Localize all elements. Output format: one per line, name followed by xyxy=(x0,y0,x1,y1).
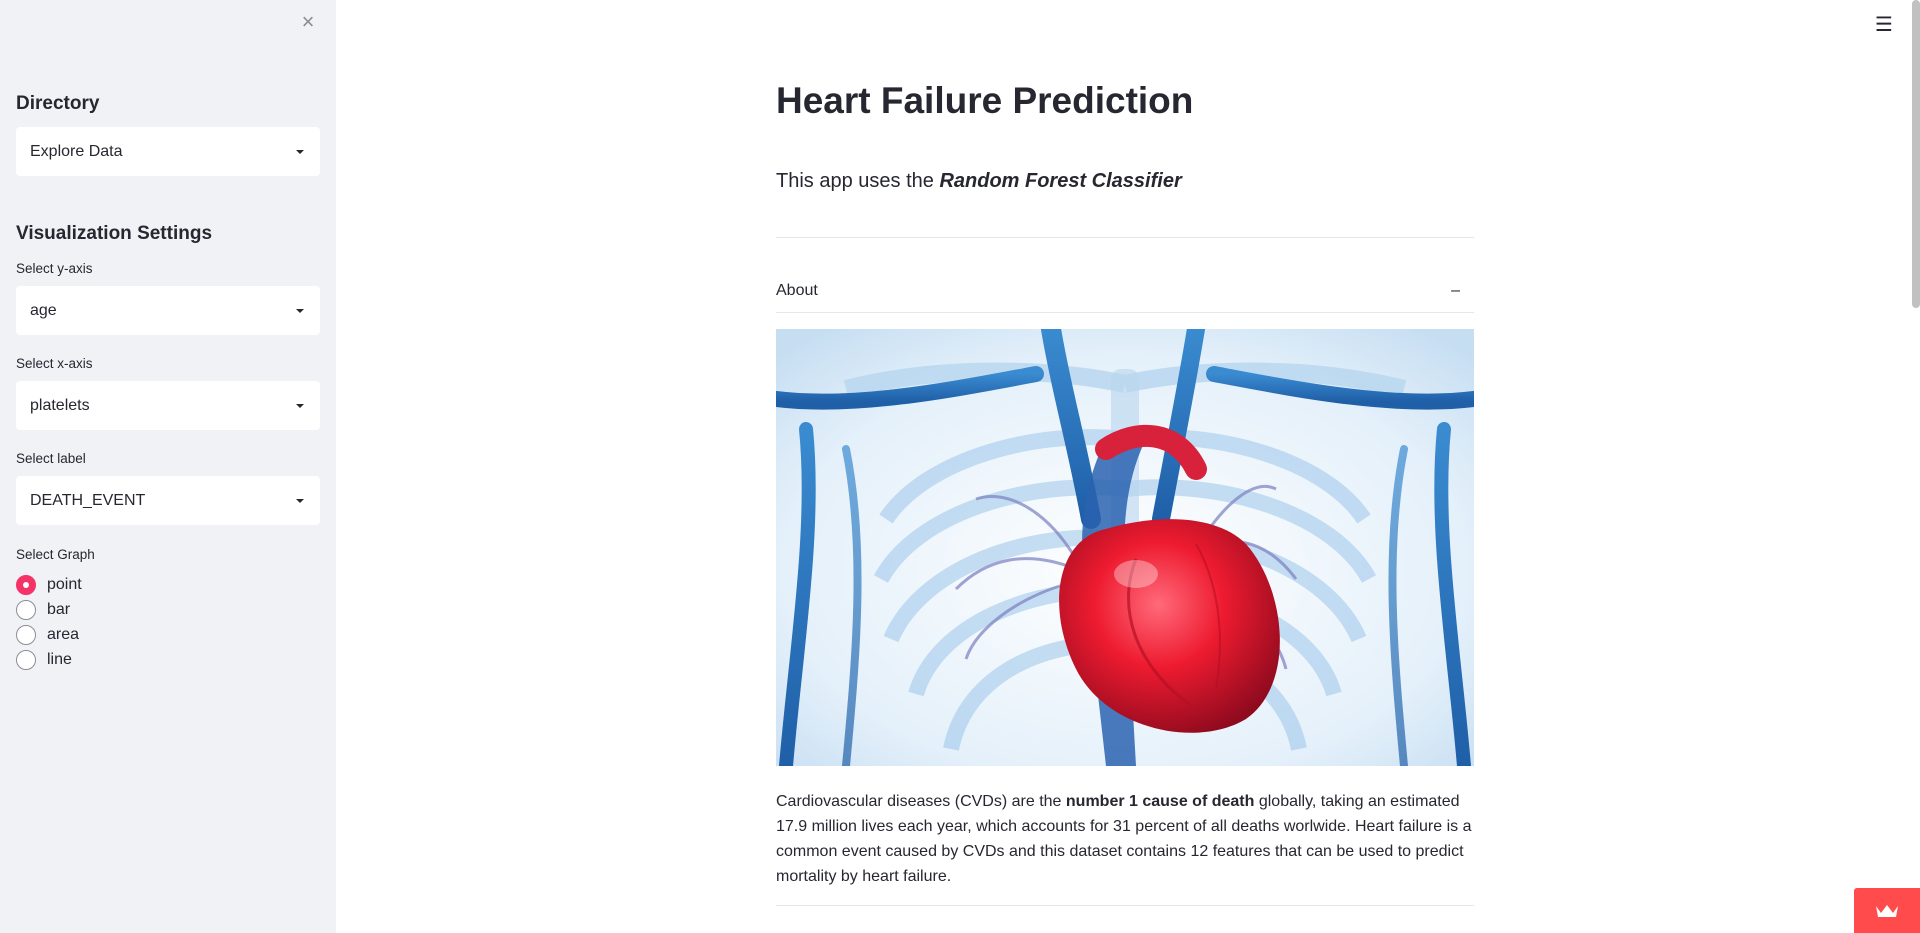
y-axis-select-value: age xyxy=(30,301,57,319)
close-icon[interactable]: × xyxy=(297,11,319,33)
radio-unchecked-icon xyxy=(16,624,36,645)
sidebar: × Directory Explore Data Visualization S… xyxy=(0,0,336,933)
directory-select[interactable]: Explore Data xyxy=(16,127,320,176)
radio-unchecked-icon xyxy=(16,599,36,620)
radio-option-point[interactable]: point xyxy=(16,572,82,597)
radio-option-bar[interactable]: bar xyxy=(16,597,82,622)
chevron-down-icon xyxy=(296,498,304,503)
description-text: globally, taking an estimated xyxy=(1254,793,1460,810)
label-select[interactable]: DEATH_EVENT xyxy=(16,476,320,525)
x-axis-select-value: platelets xyxy=(30,396,90,414)
radio-option-area[interactable]: area xyxy=(16,622,82,647)
y-axis-label: Select y-axis xyxy=(16,261,93,276)
radio-option-label: point xyxy=(47,575,82,593)
divider xyxy=(776,237,1474,238)
subtitle-emphasis: Random Forest Classifier xyxy=(939,170,1182,192)
description-line: common event caused by CVDs and this dat… xyxy=(776,843,1464,860)
radio-checked-icon xyxy=(16,574,36,595)
description-line: Cardiovascular diseases (CVDs) are the n… xyxy=(776,789,1474,814)
chevron-down-icon xyxy=(296,149,304,154)
visualization-settings-heading: Visualization Settings xyxy=(16,223,213,244)
directory-select-value: Explore Data xyxy=(30,142,123,160)
graph-radio-group: point bar area line xyxy=(16,572,82,672)
collapse-icon: – xyxy=(1451,282,1460,299)
x-axis-select[interactable]: platelets xyxy=(16,381,320,430)
radio-option-label: area xyxy=(47,625,80,643)
scrollbar[interactable] xyxy=(1912,0,1920,308)
description-line: 17.9 million lives each year, which acco… xyxy=(776,818,1472,835)
divider xyxy=(776,312,1474,313)
x-axis-label: Select x-axis xyxy=(16,356,93,371)
radio-unchecked-icon xyxy=(16,649,36,670)
y-axis-select[interactable]: age xyxy=(16,286,320,335)
subtitle: This app uses the Random Forest Classifi… xyxy=(776,170,1182,193)
radio-option-label: line xyxy=(47,650,72,668)
label-select-label: Select label xyxy=(16,451,86,466)
description-text: Cardiovascular diseases (CVDs) are the xyxy=(776,793,1066,810)
directory-heading: Directory xyxy=(16,93,100,114)
subtitle-text: This app uses the xyxy=(776,170,940,192)
about-expander-header[interactable]: About – xyxy=(776,274,1474,308)
hamburger-menu-icon[interactable]: ☰ xyxy=(1872,13,1896,37)
description-bold: number 1 cause of death xyxy=(1065,793,1255,810)
divider xyxy=(776,905,1474,906)
graph-select-label: Select Graph xyxy=(16,547,95,562)
crown-icon[interactable] xyxy=(1854,888,1920,933)
expander-label: About xyxy=(776,282,818,299)
heart-anatomy-image xyxy=(776,329,1474,766)
radio-option-line[interactable]: line xyxy=(16,647,82,672)
about-description: Cardiovascular diseases (CVDs) are the n… xyxy=(776,789,1474,889)
chevron-down-icon xyxy=(296,403,304,408)
chevron-down-icon xyxy=(296,308,304,313)
description-line: mortality by heart failure. xyxy=(776,868,952,885)
label-select-value: DEATH_EVENT xyxy=(30,491,146,509)
radio-option-label: bar xyxy=(47,600,71,618)
page-title: Heart Failure Prediction xyxy=(776,80,1194,121)
